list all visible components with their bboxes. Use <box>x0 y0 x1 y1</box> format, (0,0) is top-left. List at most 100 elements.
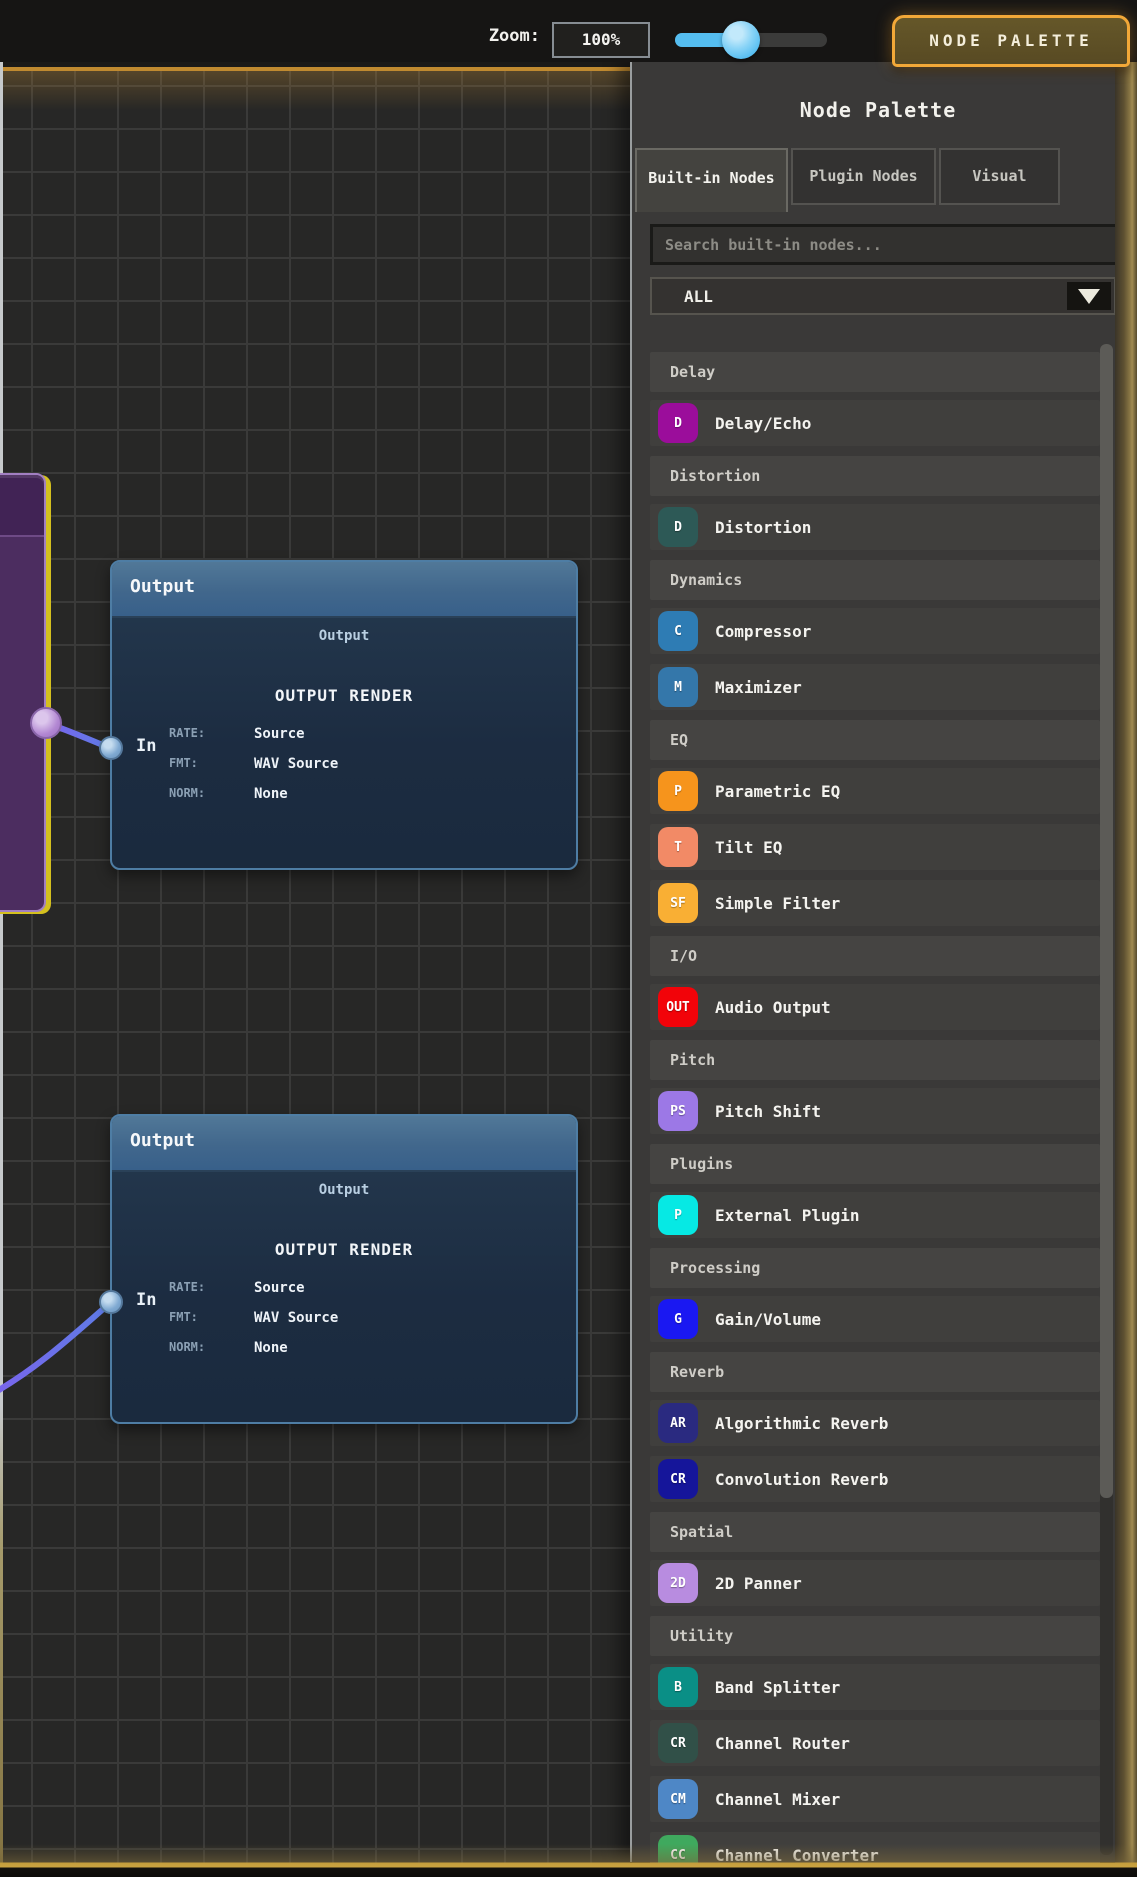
node-item-label: Distortion <box>715 518 811 537</box>
zoom-value-input[interactable]: 100% <box>552 22 650 58</box>
zoom-label: Zoom: <box>420 26 540 46</box>
node-list-item[interactable]: CRChannel Router <box>650 1720 1100 1766</box>
param-value: WAV Source <box>254 1310 338 1326</box>
param-value: None <box>254 1340 288 1356</box>
node-item-label: Channel Router <box>715 1734 850 1753</box>
category-header: Dynamics <box>650 560 1100 600</box>
node-list-item[interactable]: 2D 2D Panner <box>650 1560 1100 1606</box>
dropdown-selected-value: ALL <box>684 287 713 306</box>
output-node-2[interactable]: Output Output OUTPUT RENDER RATE: Source… <box>110 1114 578 1424</box>
node-list-item[interactable]: T Tilt EQ <box>650 824 1100 870</box>
param-key: RATE: <box>169 726 205 740</box>
node-type-badge: OUT <box>658 987 698 1027</box>
node-list-item[interactable]: B Band Splitter <box>650 1664 1100 1710</box>
node-render-label: OUTPUT RENDER <box>112 686 576 705</box>
input-port-label: In <box>136 1290 156 1310</box>
node-list-item[interactable]: PS Pitch Shift <box>650 1088 1100 1134</box>
node-type-badge: PS <box>658 1091 698 1131</box>
node-list-item[interactable]: CM Channel Mixer <box>650 1776 1100 1822</box>
category-header: Delay <box>650 352 1100 392</box>
category-filter-dropdown[interactable]: ALL <box>650 277 1116 315</box>
param-row: NORM: None <box>112 786 576 808</box>
chevron-down-icon <box>1078 289 1100 304</box>
param-row: RATE: Source <box>112 1280 576 1302</box>
category-header: Processing <box>650 1248 1100 1288</box>
node-subtitle: Output <box>112 628 576 644</box>
node-item-label: Simple Filter <box>715 894 840 913</box>
tab-built-in-nodes[interactable]: Built-in Nodes <box>635 148 788 212</box>
scrollbar-thumb[interactable] <box>1100 344 1113 1498</box>
node-list-item[interactable]: M Maximizer <box>650 664 1100 710</box>
node-palette-toggle-button[interactable]: NODE PALETTE <box>892 15 1130 67</box>
input-port[interactable] <box>99 736 123 760</box>
param-value: None <box>254 786 288 802</box>
zoom-slider-thumb[interactable] <box>722 21 760 59</box>
node-list-item[interactable]: OUT Audio Output <box>650 984 1100 1030</box>
node-list-item[interactable]: AR Algorithmic Reverb <box>650 1400 1100 1446</box>
node-type-badge: M <box>658 667 698 707</box>
node-list-item[interactable]: D Distortion <box>650 504 1100 550</box>
node-type-badge: C <box>658 611 698 651</box>
node-type-badge: P <box>658 771 698 811</box>
node-type-badge: CC <box>658 1835 698 1875</box>
tab-plugin-nodes[interactable]: Plugin Nodes <box>791 148 936 205</box>
node-item-label: 2D Panner <box>715 1574 802 1593</box>
node-item-label: Tilt EQ <box>715 838 782 857</box>
node-type-badge: D <box>658 403 698 443</box>
node-list-item[interactable]: PParametric EQ <box>650 768 1100 814</box>
param-key: RATE: <box>169 1280 205 1294</box>
node-type-badge: G <box>658 1299 698 1339</box>
node-header[interactable]: Output <box>112 1116 576 1172</box>
output-port[interactable] <box>30 707 62 739</box>
category-header: Reverb <box>650 1352 1100 1392</box>
node-item-label: Band Splitter <box>715 1678 840 1697</box>
node-item-label: Channel Mixer <box>715 1790 840 1809</box>
output-node-1[interactable]: Output Output OUTPUT RENDER RATE: Source… <box>110 560 578 870</box>
source-node-partial[interactable] <box>0 473 46 912</box>
param-row: RATE: Source <box>112 726 576 748</box>
node-type-badge: P <box>658 1195 698 1235</box>
node-item-label: Pitch Shift <box>715 1102 821 1121</box>
node-header[interactable]: Output <box>112 562 576 618</box>
param-key: FMT: <box>169 1310 198 1324</box>
node-list-item[interactable]: CCChannel Converter <box>650 1832 1100 1877</box>
node-list-item[interactable]: CCompressor <box>650 608 1100 654</box>
node-item-label: Convolution Reverb <box>715 1470 888 1489</box>
source-node-header[interactable] <box>0 475 44 537</box>
node-list-item[interactable]: SF Simple Filter <box>650 880 1100 926</box>
input-port-label: In <box>136 736 156 756</box>
node-type-badge: B <box>658 1667 698 1707</box>
node-list-item[interactable]: G Gain/Volume <box>650 1296 1100 1342</box>
param-key: NORM: <box>169 1340 205 1354</box>
node-item-label: External Plugin <box>715 1206 860 1225</box>
node-item-label: Algorithmic Reverb <box>715 1414 888 1433</box>
node-type-badge: T <box>658 827 698 867</box>
input-port[interactable] <box>99 1290 123 1314</box>
node-type-badge: CM <box>658 1779 698 1819</box>
category-header: Spatial <box>650 1512 1100 1552</box>
param-value: Source <box>254 726 305 742</box>
node-list-item[interactable]: CR Convolution Reverb <box>650 1456 1100 1502</box>
node-list-item[interactable]: D Delay/Echo <box>650 400 1100 446</box>
node-graph-canvas[interactable]: Output Output OUTPUT RENDER RATE: Source… <box>0 62 630 1877</box>
node-type-badge: AR <box>658 1403 698 1443</box>
dropdown-arrow-box[interactable] <box>1067 282 1111 310</box>
node-type-badge: D <box>658 507 698 547</box>
node-item-label: Maximizer <box>715 678 802 697</box>
zoom-slider[interactable] <box>675 33 827 47</box>
category-header: I/O <box>650 936 1100 976</box>
node-render-label: OUTPUT RENDER <box>112 1240 576 1259</box>
tab-visual[interactable]: Visual <box>939 148 1060 205</box>
node-type-badge: 2D <box>658 1563 698 1603</box>
node-item-label: Delay/Echo <box>715 414 811 433</box>
node-type-badge: CR <box>658 1459 698 1499</box>
node-subtitle: Output <box>112 1182 576 1198</box>
node-title: Output <box>130 576 195 597</box>
node-item-label: Audio Output <box>715 998 831 1017</box>
search-input[interactable] <box>650 224 1130 265</box>
edge-connection <box>0 1303 110 1394</box>
node-type-badge: SF <box>658 883 698 923</box>
node-list-item[interactable]: P External Plugin <box>650 1192 1100 1238</box>
node-item-label: Gain/Volume <box>715 1310 821 1329</box>
param-row: NORM: None <box>112 1340 576 1362</box>
